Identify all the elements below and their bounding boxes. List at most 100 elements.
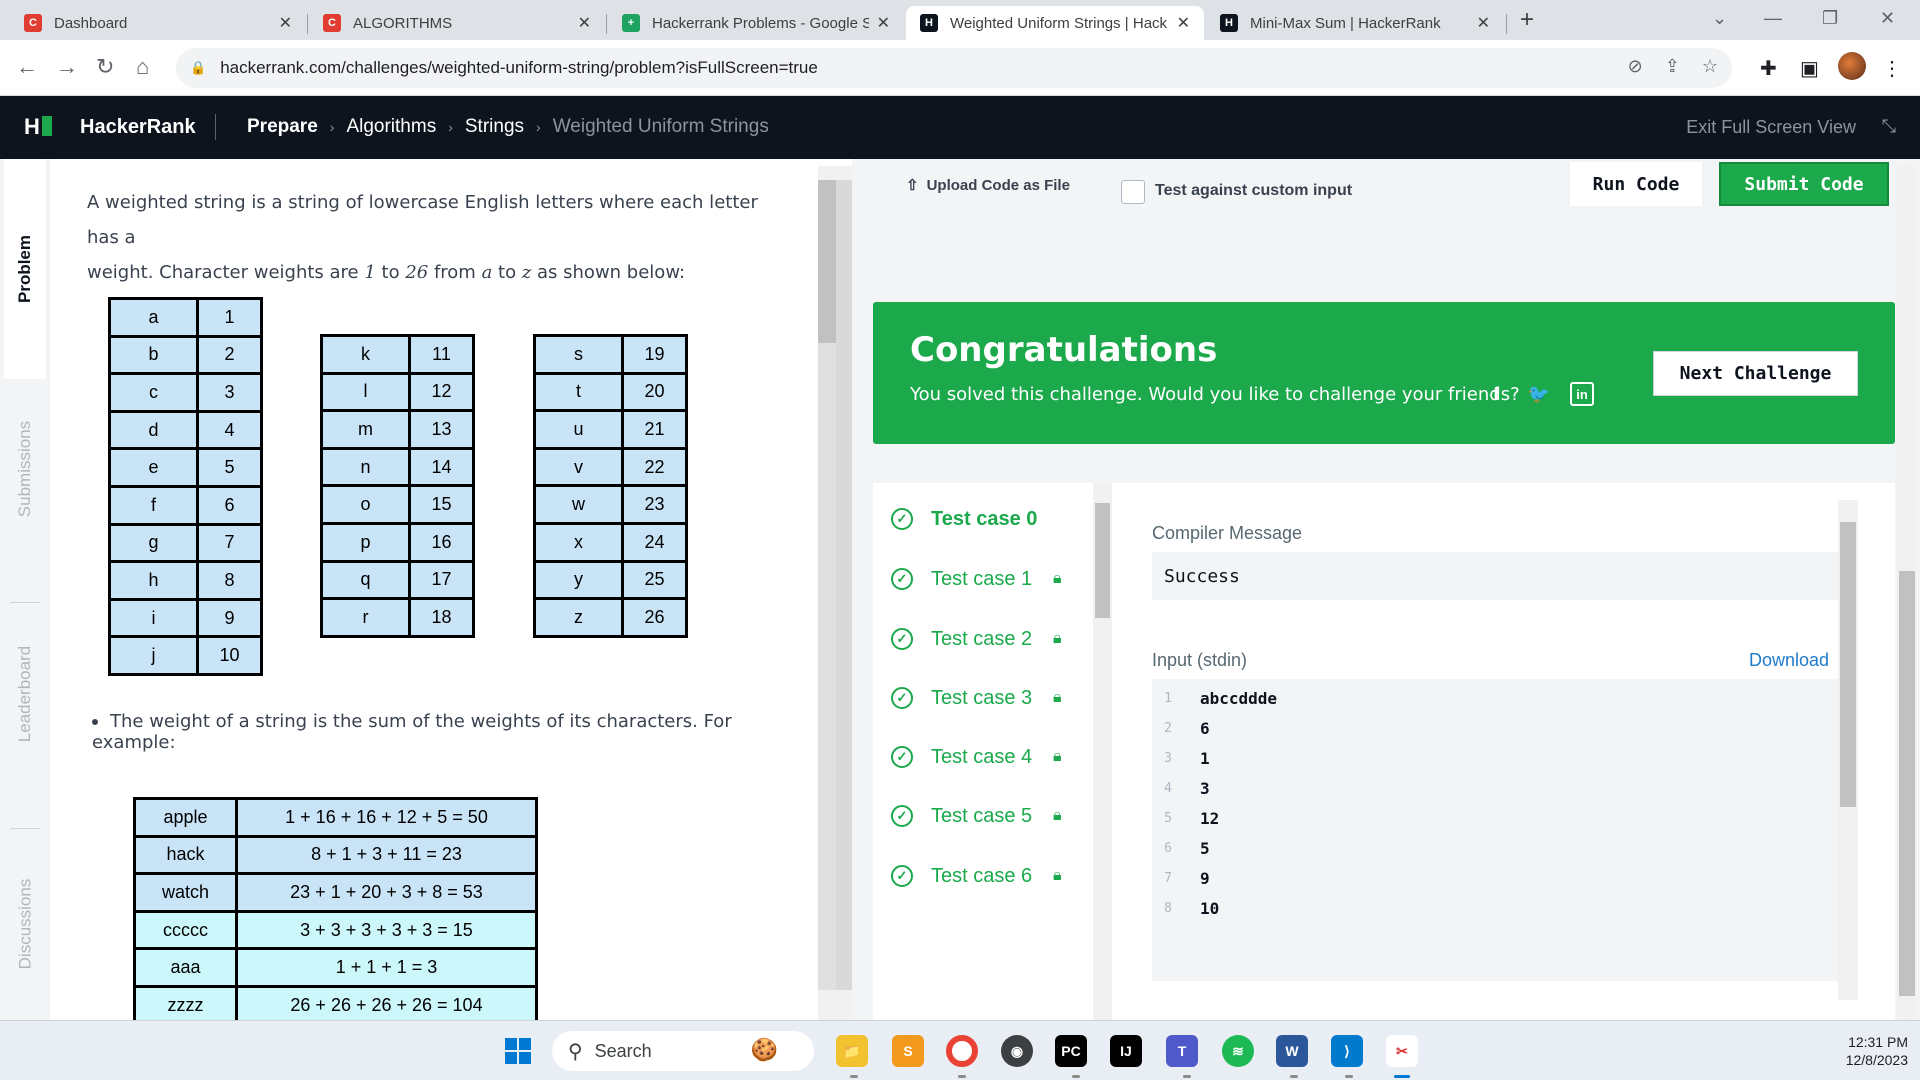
tab-discussions[interactable]: Discussions <box>4 839 46 1009</box>
test-case-1[interactable]: ✓ Test case 1 🔒︎ <box>873 549 1083 609</box>
chrome-icon[interactable] <box>946 1035 978 1067</box>
submit-code-button[interactable]: Submit Code <box>1719 162 1889 206</box>
result-panel: Compiler Message Success Input (stdin) D… <box>1112 483 1895 1020</box>
sublime-text-icon[interactable]: S <box>892 1035 924 1067</box>
weight-cell: 18 <box>408 597 475 638</box>
letter-cell: t <box>533 371 624 413</box>
new-tab-icon[interactable]: + <box>1520 6 1534 34</box>
twitter-icon[interactable]: 🐦 <box>1527 382 1551 406</box>
facebook-icon[interactable]: f <box>1484 382 1508 406</box>
letter-cell: g <box>108 522 199 564</box>
upload-code-button[interactable]: ⇧ Upload Code as File <box>906 176 1070 195</box>
tab-leaderboard[interactable]: Leaderboard <box>4 609 46 779</box>
home-icon[interactable]: ⌂ <box>136 54 149 80</box>
taskbar-search[interactable]: ⚲ Search 🍪 <box>552 1031 814 1071</box>
browser-tab-dashboard[interactable]: C Dashboard ✕ <box>10 6 306 40</box>
pycharm-icon[interactable]: PC <box>1055 1035 1087 1067</box>
windows-start-icon[interactable] <box>502 1035 534 1067</box>
close-tab-icon[interactable]: ✕ <box>578 13 591 33</box>
breadcrumb-strings[interactable]: Strings <box>465 116 524 138</box>
example-word: ccccc <box>133 909 238 951</box>
menu-kebab-icon[interactable]: ⋮ <box>1882 56 1902 81</box>
close-window-icon[interactable]: ✕ <box>1880 8 1895 29</box>
restore-icon[interactable]: ❐ <box>1822 8 1838 29</box>
intellij-icon[interactable]: IJ <box>1110 1035 1142 1067</box>
file-explorer-icon[interactable]: 📁 <box>836 1035 868 1067</box>
tab-search-icon[interactable]: ⌄ <box>1712 8 1727 29</box>
test-case-4[interactable]: ✓ Test case 4 🔒︎ <box>873 727 1083 787</box>
browser-tab-algorithms[interactable]: C ALGORITHMS ✕ <box>309 6 605 40</box>
weight-row: d4 <box>108 409 263 451</box>
breadcrumb-prepare[interactable]: Prepare <box>247 116 318 138</box>
line-value: 9 <box>1200 868 1210 888</box>
weight-row: s 19 <box>533 334 688 375</box>
reload-icon[interactable]: ↻ <box>96 54 114 80</box>
back-icon[interactable]: ← <box>16 54 38 80</box>
example-sum: 3 + 3 + 3 + 3 + 3 = 15 <box>235 909 538 951</box>
download-link[interactable]: Download <box>1749 650 1829 671</box>
close-tab-icon[interactable]: ✕ <box>1177 13 1190 33</box>
next-challenge-button[interactable]: Next Challenge <box>1653 351 1858 396</box>
problem-scrollbar[interactable] <box>818 166 852 1020</box>
system-clock[interactable]: 12:31 PM 12/8/2023 <box>1808 1033 1908 1069</box>
share-icon[interactable]: ⇪ <box>1665 56 1680 77</box>
compiler-message-label: Compiler Message <box>1152 523 1303 543</box>
browser-tab-mini-max-sum[interactable]: H Mini-Max Sum | HackerRank ✕ <box>1206 6 1504 40</box>
tab-submissions[interactable]: Submissions <box>4 379 46 559</box>
brand-name[interactable]: HackerRank <box>80 116 196 139</box>
letter-cell: f <box>108 484 199 526</box>
browser-tab-weighted-uniform-strings[interactable]: H Weighted Uniform Strings | Hack ✕ <box>906 6 1204 40</box>
result-scrollbar[interactable] <box>1838 500 1858 1000</box>
run-code-button[interactable]: Run Code <box>1570 162 1702 206</box>
vscode-icon[interactable]: ⟩ <box>1331 1035 1363 1067</box>
letter-cell: o <box>320 484 411 525</box>
test-case-2[interactable]: ✓ Test case 2 🔒︎ <box>873 609 1083 669</box>
collapse-icon[interactable]: ⤡ <box>1882 116 1896 137</box>
test-case-scrollbar[interactable] <box>1093 483 1112 1020</box>
stdin-line: 8 10 <box>1152 893 1852 923</box>
extensions-icon[interactable]: ✚ <box>1760 56 1777 81</box>
browser-tab-sheets[interactable]: + Hackerrank Problems - Google S ✕ <box>608 6 904 40</box>
weight-row: q 17 <box>320 559 475 601</box>
profile-avatar[interactable] <box>1838 52 1866 80</box>
close-tab-icon[interactable]: ✕ <box>1477 13 1490 33</box>
side-panel-icon[interactable]: ▣ <box>1800 56 1819 81</box>
eye-off-icon[interactable]: ⊘ <box>1628 56 1643 77</box>
url-field[interactable]: 🔒 hackerrank.com/challenges/weighted-uni… <box>176 48 1732 88</box>
spotify-icon[interactable]: ≋ <box>1222 1035 1254 1067</box>
weight-cell: 24 <box>621 521 688 563</box>
letter-cell: w <box>533 484 624 525</box>
snipping-tool-icon[interactable]: ✂ <box>1386 1035 1418 1067</box>
forward-icon[interactable]: → <box>56 54 78 80</box>
problem-panel: A weighted string is a string of lowerca… <box>50 159 818 1020</box>
tab-label: Leaderboard <box>15 645 35 743</box>
hackerrank-logo-icon[interactable]: H <box>24 114 52 140</box>
tab-problem[interactable]: Problem <box>4 159 46 379</box>
test-case-3[interactable]: ✓ Test case 3 🔒︎ <box>873 668 1083 728</box>
close-tab-icon[interactable]: ✕ <box>279 13 292 33</box>
word-icon[interactable]: W <box>1276 1035 1308 1067</box>
check-circle-icon: ✓ <box>891 628 913 650</box>
obs-icon[interactable]: ◉ <box>1001 1035 1033 1067</box>
example-row: watch 23 + 1 + 20 + 3 + 8 = 53 <box>133 872 538 913</box>
test-case-0[interactable]: ✓ Test case 0 <box>873 489 1083 549</box>
clock-time: 12:31 PM <box>1848 1034 1908 1050</box>
linkedin-icon[interactable]: in <box>1570 382 1594 406</box>
line-number: 3 <box>1164 750 1172 766</box>
tab-title: Dashboard <box>54 14 128 32</box>
close-tab-icon[interactable]: ✕ <box>877 13 890 33</box>
example-sum: 1 + 1 + 1 = 3 <box>235 947 538 988</box>
test-case-5[interactable]: ✓ Test case 5 🔒︎ <box>873 786 1083 846</box>
test-case-6[interactable]: ✓ Test case 6 🔒︎ <box>873 846 1083 906</box>
custom-input-label: Test against custom input <box>1155 182 1353 199</box>
teams-icon[interactable]: T <box>1166 1035 1198 1067</box>
bookmark-star-icon[interactable]: ☆ <box>1702 56 1718 77</box>
browser-tab-strip: C Dashboard ✕ C ALGORITHMS ✕ + Hackerran… <box>0 0 1920 40</box>
breadcrumb-algorithms[interactable]: Algorithms <box>346 116 436 138</box>
exit-fullscreen-link[interactable]: Exit Full Screen View <box>1686 117 1856 138</box>
minimize-icon[interactable]: — <box>1764 8 1782 29</box>
custom-input-checkbox[interactable] <box>1121 180 1145 204</box>
page-scrollbar[interactable] <box>1897 166 1917 1020</box>
lock-icon[interactable]: 🔒 <box>190 60 206 76</box>
example-row: aaa 1 + 1 + 1 = 3 <box>133 947 538 988</box>
